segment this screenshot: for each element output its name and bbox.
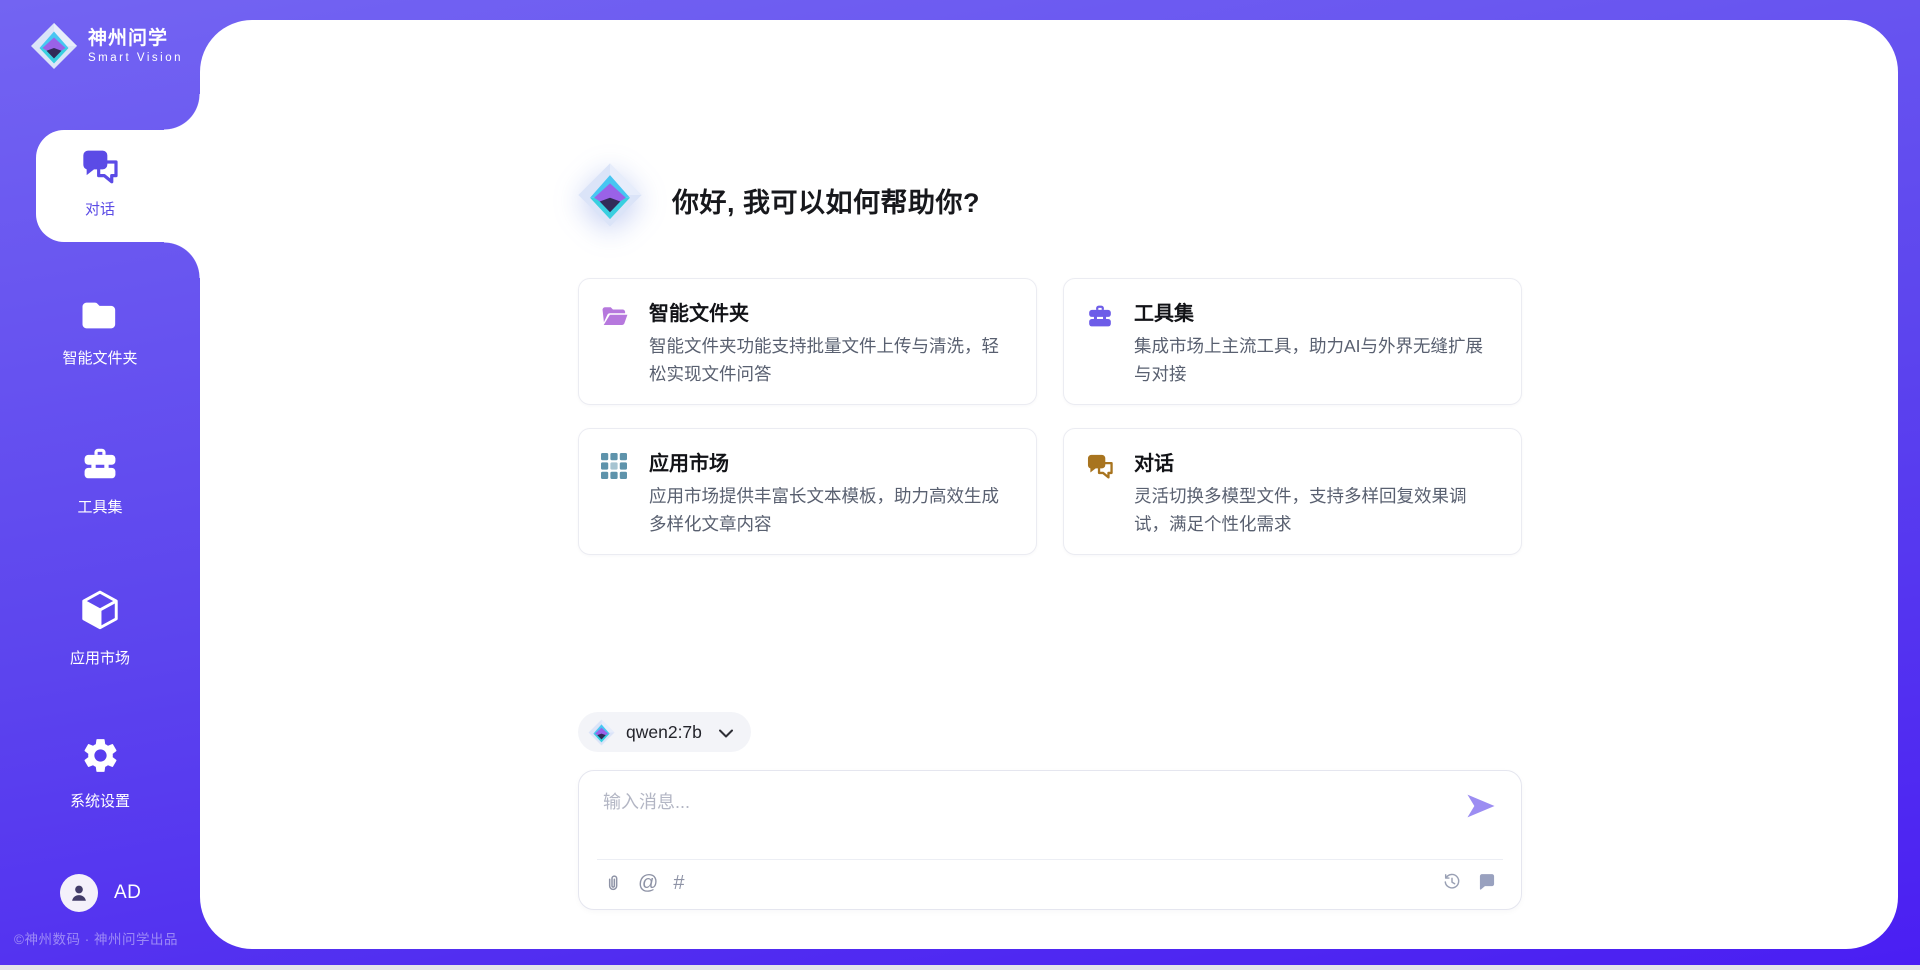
user-name: AD bbox=[114, 882, 141, 904]
card-description: 应用市场提供丰富长文本模板，助力高效生成多样化文章内容 bbox=[649, 482, 1013, 538]
sidebar-footer: ©神州数码 · 神州问学出品 bbox=[14, 928, 178, 948]
message-input[interactable] bbox=[601, 783, 1445, 821]
gear-icon bbox=[80, 735, 121, 776]
briefcase-icon bbox=[1086, 303, 1114, 329]
history-icon[interactable] bbox=[1442, 872, 1462, 892]
person-icon bbox=[68, 882, 90, 904]
greeting-text: 你好, 我可以如何帮助你? bbox=[672, 181, 980, 220]
comment-icon[interactable] bbox=[1477, 872, 1497, 892]
brand-diamond-icon bbox=[588, 719, 615, 746]
at-icon[interactable]: @ bbox=[638, 872, 658, 894]
card-title: 应用市场 bbox=[649, 447, 729, 476]
sidebar-item-label: 系统设置 bbox=[0, 790, 200, 811]
grid-icon bbox=[601, 453, 627, 479]
send-icon[interactable] bbox=[1465, 791, 1497, 821]
brand-diamond-icon bbox=[30, 22, 78, 70]
card-smart-folder[interactable]: 智能文件夹 智能文件夹功能支持批量文件上传与清洗，轻松实现文件问答 bbox=[578, 278, 1037, 405]
sidebar-item-label: 智能文件夹 bbox=[0, 347, 200, 368]
avatar[interactable] bbox=[60, 874, 98, 912]
model-name: qwen2:7b bbox=[626, 722, 702, 743]
sidebar-item-smart-folder[interactable]: 智能文件夹 bbox=[0, 298, 200, 368]
model-selector[interactable]: qwen2:7b bbox=[578, 712, 751, 752]
sidebar-item-label: 工具集 bbox=[0, 496, 200, 517]
sidebar-item-chat[interactable]: 对话 bbox=[0, 148, 200, 219]
hash-icon[interactable]: # bbox=[673, 872, 684, 894]
sidebar-item-toolset[interactable]: 工具集 bbox=[0, 445, 200, 517]
card-toolset[interactable]: 工具集 集成市场上主流工具，助力AI与外界无缝扩展与对接 bbox=[1063, 278, 1522, 405]
message-composer: @ # bbox=[578, 770, 1522, 910]
brand-logo: 神州问学 Smart Vision bbox=[30, 22, 183, 70]
user-row: AD bbox=[0, 872, 200, 916]
brand-subtitle: Smart Vision bbox=[88, 52, 183, 64]
composer-divider bbox=[597, 859, 1503, 860]
sidebar-item-label: 应用市场 bbox=[0, 647, 200, 668]
paperclip-icon[interactable] bbox=[603, 872, 623, 894]
card-description: 智能文件夹功能支持批量文件上传与清洗，轻松实现文件问答 bbox=[649, 332, 1013, 388]
card-title: 对话 bbox=[1134, 447, 1174, 476]
folder-icon bbox=[80, 298, 120, 333]
card-title: 工具集 bbox=[1134, 297, 1194, 326]
greeting-diamond-icon bbox=[577, 162, 643, 228]
card-description: 灵活切换多模型文件，支持多样回复效果调试，满足个性化需求 bbox=[1134, 482, 1498, 538]
cube-icon bbox=[79, 589, 121, 633]
sidebar-item-settings[interactable]: 系统设置 bbox=[0, 735, 200, 811]
folder-open-icon bbox=[601, 303, 630, 329]
briefcase-icon bbox=[80, 445, 120, 482]
sidebar-item-app-market[interactable]: 应用市场 bbox=[0, 589, 200, 668]
chevron-down-icon bbox=[719, 729, 733, 738]
card-chat[interactable]: 对话 灵活切换多模型文件，支持多样回复效果调试，满足个性化需求 bbox=[1063, 428, 1522, 555]
card-title: 智能文件夹 bbox=[649, 297, 749, 326]
sidebar-item-label: 对话 bbox=[0, 198, 200, 219]
card-description: 集成市场上主流工具，助力AI与外界无缝扩展与对接 bbox=[1134, 332, 1498, 388]
window-bottom-edge bbox=[0, 965, 1920, 970]
card-app-market[interactable]: 应用市场 应用市场提供丰富长文本模板，助力高效生成多样化文章内容 bbox=[578, 428, 1037, 555]
chat-icon bbox=[1086, 453, 1114, 479]
chat-icon bbox=[80, 148, 120, 184]
tab-curve-bottom bbox=[164, 242, 200, 278]
tab-curve-top bbox=[164, 94, 200, 130]
brand-name: 神州问学 bbox=[88, 28, 183, 51]
